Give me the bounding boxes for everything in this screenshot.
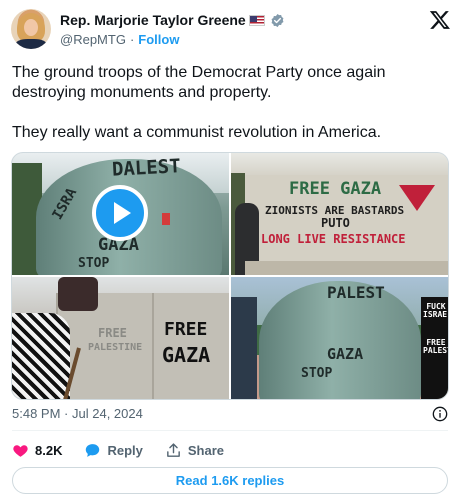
- graffiti-text: GAZA: [162, 343, 211, 367]
- share-button[interactable]: Share: [165, 442, 224, 459]
- tweet-timestamp[interactable]: 5:48 PM · Jul 24, 2024: [12, 406, 143, 421]
- action-bar: 8.2K Reply Share: [12, 440, 246, 460]
- speech-bubble-icon: [86, 443, 100, 457]
- media-photo-4[interactable]: PALEST GAZA STOP FUCK ISRAEL FREE PALEST…: [231, 277, 448, 399]
- play-icon: [114, 202, 131, 224]
- x-logo-icon[interactable]: [429, 9, 451, 31]
- verified-badge-icon: [271, 13, 284, 27]
- graffiti-text: PUTO: [321, 216, 350, 230]
- separator-dot: ·: [64, 406, 69, 421]
- author-handle-row: @RepMTG · Follow: [60, 31, 179, 47]
- graffiti-text: STOP: [78, 256, 110, 271]
- media-photo-3[interactable]: FREE GAZA FREE PALESTINE: [12, 277, 229, 399]
- graffiti-text: FREE GAZA: [289, 179, 382, 199]
- tweet-text: The ground troops of the Democrat Party …: [12, 64, 386, 141]
- us-flag-icon: [248, 14, 265, 26]
- heart-icon: [13, 444, 28, 457]
- graffiti-text: DALEST: [111, 155, 182, 181]
- like-count: 8.2K: [35, 442, 63, 458]
- red-triangle-graffiti: [399, 185, 435, 211]
- graffiti-text: LONG LIVE RESISTANCE: [261, 232, 406, 246]
- tweet-header: Rep. Marjorie Taylor Greene @RepMTG · Fo…: [11, 9, 451, 51]
- share-icon: [167, 442, 180, 457]
- author-name-row: Rep. Marjorie Taylor Greene: [60, 11, 285, 29]
- graffiti-text: PALEST: [327, 283, 385, 302]
- info-icon[interactable]: [432, 406, 448, 422]
- graffiti-text: FUCK ISRAEL: [423, 302, 448, 319]
- like-button[interactable]: 8.2K: [12, 442, 62, 459]
- graffiti-text: ZIONISTS ARE BASTARDS: [265, 204, 405, 217]
- graffiti-text: GAZA: [327, 345, 364, 363]
- media-photo-1[interactable]: DALEST ISRA GAZA STOP: [12, 153, 229, 275]
- read-replies-button[interactable]: Read 1.6K replies: [12, 467, 448, 494]
- share-label: Share: [187, 442, 225, 458]
- tweet-time: 5:48 PM: [12, 406, 61, 421]
- graffiti-text: FREE: [164, 319, 208, 340]
- separator-dot: ·: [129, 31, 135, 47]
- divider: [12, 430, 448, 431]
- graffiti-text: FREE: [98, 326, 127, 340]
- author-handle[interactable]: @RepMTG: [60, 32, 126, 47]
- play-button[interactable]: [92, 185, 148, 241]
- media-photo-2[interactable]: FREE GAZA ZIONISTS ARE BASTARDS PUTO LON…: [231, 153, 448, 275]
- graffiti-text: PALESTINE: [88, 342, 143, 353]
- follow-button[interactable]: Follow: [138, 32, 179, 47]
- media-grid: DALEST ISRA GAZA STOP FREE GAZA ZIONISTS…: [11, 152, 449, 400]
- reply-button[interactable]: Reply: [84, 442, 143, 459]
- graffiti-text: FREE PALESTINE: [423, 338, 448, 355]
- reply-label: Reply: [107, 442, 143, 458]
- author-display-name[interactable]: Rep. Marjorie Taylor Greene: [60, 12, 246, 28]
- tweet-card: Rep. Marjorie Taylor Greene @RepMTG · Fo…: [0, 0, 460, 500]
- graffiti-text: STOP: [301, 366, 333, 381]
- avatar[interactable]: [11, 9, 51, 49]
- tweet-date: Jul 24, 2024: [72, 406, 143, 421]
